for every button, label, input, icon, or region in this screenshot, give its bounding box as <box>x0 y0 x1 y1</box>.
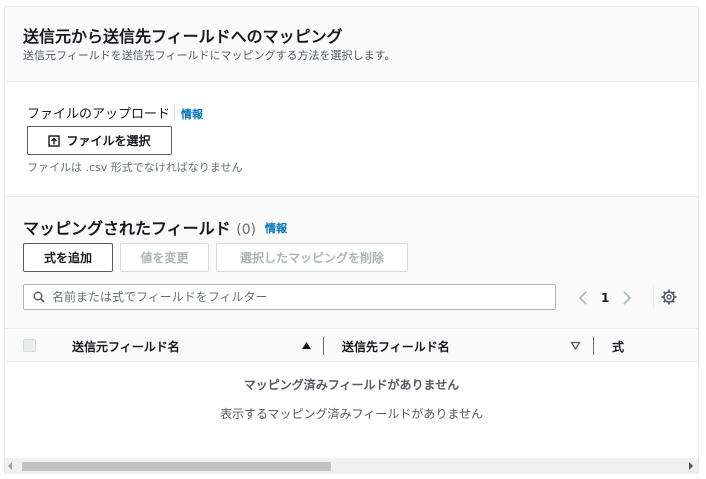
empty-state-title: マッピング済みフィールドがありません <box>243 378 460 392</box>
pagination: 1 <box>577 289 633 307</box>
current-page[interactable]: 1 <box>601 291 609 305</box>
upload-hint: ファイルは .csv 形式でなければなりません <box>27 161 243 174</box>
mapped-fields-title: マッピングされたフィールド (0) <box>23 215 256 239</box>
column-header-formula[interactable]: 式 <box>612 338 624 355</box>
empty-state-description: 表示するマッピング済みフィールドがありません <box>220 407 483 421</box>
table-body: マッピング済みフィールドがありません 表示するマッピング済みフィールドがありませ… <box>5 362 698 458</box>
page-subtitle: 送信元フィールドを送信先フィールドにマッピングする方法を選択します。 <box>23 49 396 62</box>
upload-label: ファイルのアップロード <box>27 107 171 122</box>
scroll-left-arrow[interactable] <box>8 462 12 470</box>
filter-search-input[interactable] <box>52 285 547 309</box>
divider <box>174 105 175 119</box>
add-formula-button[interactable]: 式を追加 <box>23 243 113 272</box>
upload-info-link[interactable]: 情報 <box>181 106 203 122</box>
change-value-button[interactable]: 値を変更 <box>120 243 209 272</box>
horizontal-scrollbar[interactable] <box>5 458 698 474</box>
chevron-right-icon <box>623 291 632 305</box>
mapping-panel: 送信元から送信先フィールドへのマッピング 送信元フィールドを送信先フィールドにマ… <box>4 6 699 474</box>
chevron-left-icon <box>579 291 587 305</box>
column-header-destination[interactable]: 送信先フィールド名 <box>342 338 450 355</box>
search-icon <box>33 291 45 303</box>
scrollbar-thumb[interactable] <box>22 462 331 471</box>
next-page-button[interactable] <box>621 290 633 306</box>
column-header-source[interactable]: 送信元フィールド名 <box>72 338 180 355</box>
column-divider[interactable] <box>323 337 324 355</box>
upload-icon <box>48 134 61 147</box>
column-divider[interactable] <box>593 337 594 355</box>
filter-search-box <box>23 284 556 310</box>
panel-header: 送信元から送信先フィールドへのマッピング 送信元フィールドを送信先フィールドにマ… <box>5 7 698 82</box>
scroll-right-arrow[interactable] <box>689 462 693 470</box>
mapped-fields-section: マッピングされたフィールド (0) 情報 式を追加 値を変更 選択したマッピング… <box>5 196 698 474</box>
choose-file-button[interactable]: ファイルを選択 <box>27 126 172 155</box>
caret-down-icon[interactable] <box>570 340 581 351</box>
page-title: 送信元から送信先フィールドへのマッピング <box>23 27 343 46</box>
mapped-fields-title-text: マッピングされたフィールド <box>23 219 231 238</box>
mapped-info-link[interactable]: 情報 <box>265 220 287 236</box>
select-all-checkbox[interactable] <box>23 339 36 352</box>
mapped-fields-count: (0) <box>236 222 257 238</box>
caret-up-icon[interactable] <box>301 340 312 351</box>
gear-icon[interactable] <box>661 289 677 305</box>
table-header-row: 送信元フィールド名 送信先フィールド名 式 <box>5 328 698 362</box>
choose-file-label: ファイルを選択 <box>66 134 151 148</box>
divider <box>653 286 654 308</box>
prev-page-button[interactable] <box>577 290 589 306</box>
delete-selected-mapping-button[interactable]: 選択したマッピングを削除 <box>216 243 408 272</box>
